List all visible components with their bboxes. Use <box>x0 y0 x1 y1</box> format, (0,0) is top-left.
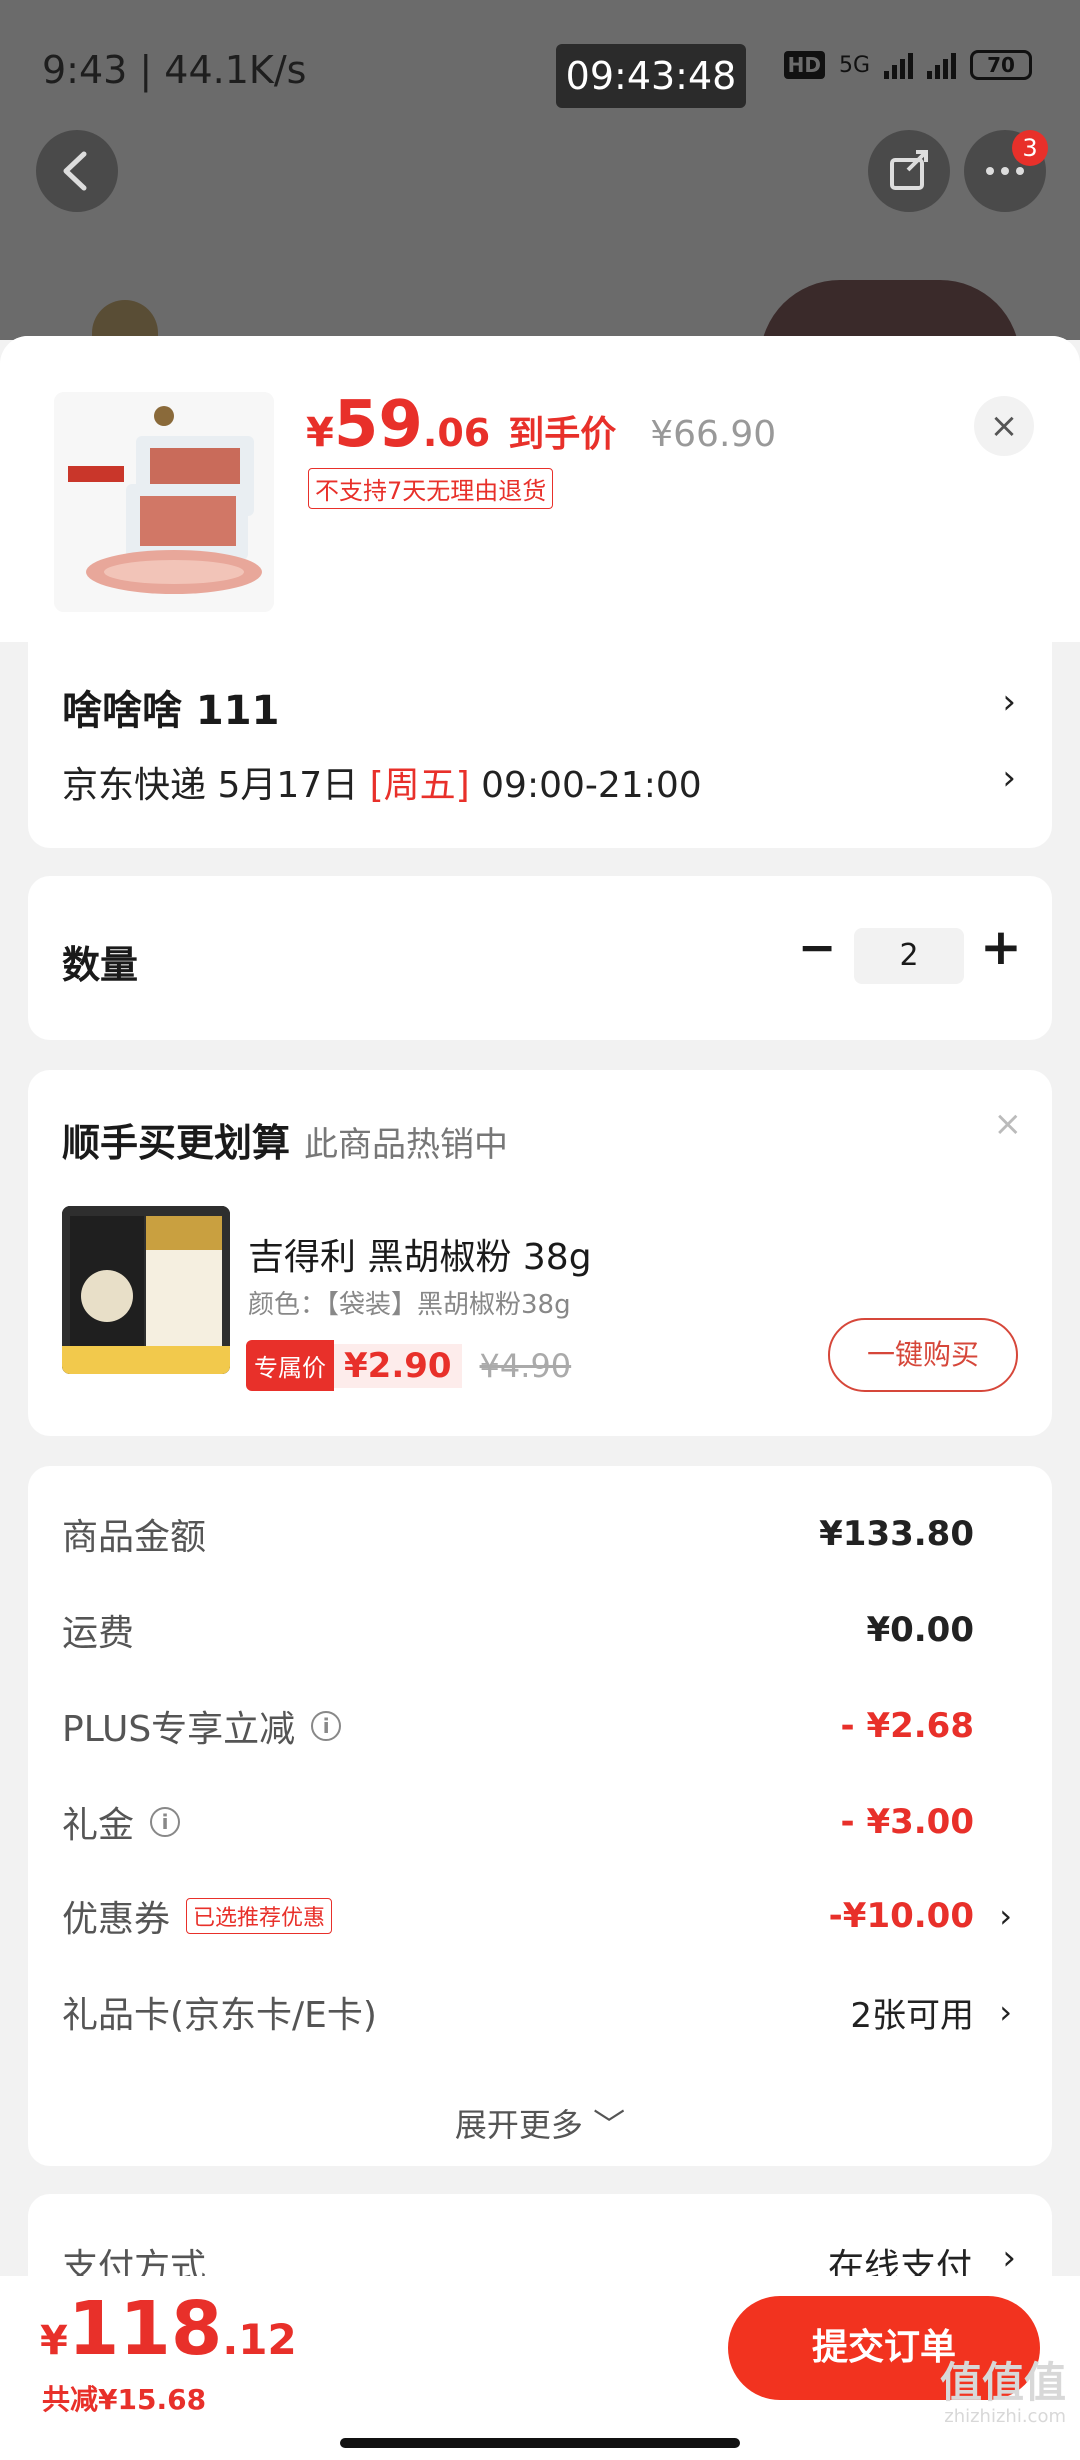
total-currency: ¥ <box>40 2318 68 2364</box>
summary-label: PLUS专享立减 <box>62 1709 296 1750</box>
chevron-right-icon: › <box>1002 758 1016 798</box>
summary-value: ¥0.00 <box>866 1610 974 1650</box>
pepper-product-image[interactable] <box>62 1206 230 1374</box>
summary-value: ¥133.80 <box>819 1514 974 1554</box>
total-decimal: .12 <box>222 2315 297 2364</box>
battery-icon: 70 <box>970 50 1032 80</box>
signal-icon <box>884 51 913 79</box>
notification-badge: 3 <box>1012 130 1048 166</box>
share-button[interactable] <box>868 130 950 212</box>
status-bar: 9:43 | 44.1K/s 09:43:48 HD 5G 70 <box>0 0 1080 130</box>
total-saved: 共减¥15.68 <box>42 2383 207 2416</box>
status-time: 9:43 | 44.1K/s <box>42 48 307 92</box>
signal-icon-2 <box>927 51 956 79</box>
delivery-time: 09:00-21:00 <box>469 765 702 806</box>
summary-row-gift-money: 礼金 i - ¥3.00 <box>62 1792 1018 1852</box>
product-price: ¥ 59 .06 到手价 ¥66.90 <box>306 388 776 462</box>
summary-label: 礼品卡(京东卡/E卡) <box>62 1995 377 2036</box>
share-icon <box>890 150 928 190</box>
delivery-weekday: [周五] <box>369 765 470 806</box>
chevron-right-icon: › <box>999 1993 1012 2031</box>
summary-label: 礼金 <box>62 1805 135 1846</box>
no-return-badge: 不支持7天无理由退货 <box>308 468 554 509</box>
delivery-date: 京东快递 5月17日 <box>62 765 370 806</box>
quantity-input[interactable]: 2 <box>854 928 964 984</box>
addon-price-value: ¥2.90 <box>334 1343 462 1388</box>
quantity-minus-button[interactable]: − <box>792 920 842 974</box>
watermark-url: zhizhizhi.com <box>944 2406 1066 2427</box>
info-icon[interactable]: i <box>311 1711 342 1741</box>
summary-value: - ¥3.00 <box>840 1802 975 1842</box>
exclusive-price-tag: 专属价 <box>246 1340 334 1391</box>
summary-row-coupon[interactable]: 优惠券 已选推荐优惠 -¥10.00 › <box>62 1886 1018 1946</box>
total-price: ¥ 118 .12 <box>40 2286 297 2372</box>
checkout-bottom-bar: ¥ 118 .12 共减¥15.68 提交订单 值值值 zhizhizhi.co… <box>0 2276 1080 2460</box>
original-price: ¥66.90 <box>650 414 777 455</box>
expand-more-button[interactable]: 展开更多 ﹀ <box>28 2100 1052 2146</box>
back-button[interactable] <box>36 130 118 212</box>
info-icon[interactable]: i <box>150 1807 181 1837</box>
recipient-name: 啥啥啥 111 <box>62 688 280 734</box>
addon-title: 顺手买更划算 此商品热销中 <box>62 1112 508 1167</box>
back-arrow-icon <box>63 151 87 191</box>
pepper-package-image <box>62 1206 230 1374</box>
background-product-image <box>760 280 1020 340</box>
one-click-buy-button[interactable]: 一键购买 <box>828 1318 1018 1392</box>
summary-label: 运费 <box>62 1613 135 1654</box>
delivery-info[interactable]: 京东快递 5月17日 [周五] 09:00-21:00 <box>62 756 702 808</box>
address-card[interactable]: 啥啥啥 111 › 京东快递 5月17日 [周五] 09:00-21:00 › <box>28 642 1052 848</box>
chevron-right-icon: › <box>999 1897 1012 1935</box>
close-sheet-button[interactable]: × <box>974 396 1034 456</box>
summary-value: - ¥2.68 <box>840 1706 975 1746</box>
total-integer: 118 <box>67 2286 223 2372</box>
summary-label: 商品金额 <box>62 1517 207 1558</box>
watermark-logo: 值值值 <box>939 2358 1066 2407</box>
quantity-plus-button[interactable]: + <box>976 918 1026 976</box>
addon-heading: 顺手买更划算 <box>62 1121 291 1165</box>
chevron-right-icon: › <box>1002 682 1016 722</box>
summary-label: 优惠券 <box>62 1899 171 1940</box>
addon-product-spec: 颜色：【袋装】黑胡椒粉38g <box>248 1290 571 1320</box>
chevron-right-icon: › <box>1002 2238 1016 2278</box>
quantity-card: 数量 − 2 + <box>28 876 1052 1040</box>
beef-roll-image <box>54 392 274 612</box>
addon-close-button[interactable]: × <box>994 1104 1023 1144</box>
summary-value: -¥10.00 <box>828 1896 974 1936</box>
summary-row-goods: 商品金额 ¥133.80 <box>62 1504 1018 1564</box>
summary-row-plus-discount: PLUS专享立减 i - ¥2.68 <box>62 1696 1018 1756</box>
site-watermark: 值值值 zhizhizhi.com <box>940 2362 1066 2426</box>
recommended-coupon-tag: 已选推荐优惠 <box>186 1898 333 1934</box>
home-indicator[interactable] <box>340 2438 740 2448</box>
price-currency: ¥ <box>306 410 334 456</box>
final-price-tag: 到手价 <box>508 414 617 455</box>
background-logo <box>92 300 158 340</box>
quantity-label: 数量 <box>62 943 139 987</box>
checkout-sheet: ¥ 59 .06 到手价 ¥66.90 不支持7天无理由退货 × 啥啥啥 111… <box>0 336 1080 2460</box>
addon-original-price: ¥4.90 <box>479 1346 572 1385</box>
status-icons: HD 5G 70 <box>783 50 1032 80</box>
addon-product-name[interactable]: 吉得利 黑胡椒粉 38g <box>248 1228 592 1280</box>
hd-icon: HD <box>783 51 825 79</box>
addon-subtitle: 此商品热销中 <box>304 1125 509 1165</box>
clock-overlay: 09:43:48 <box>556 44 746 108</box>
product-thumbnail <box>54 392 274 612</box>
price-integer: 59 <box>333 388 423 462</box>
addon-card: 顺手买更划算 此商品热销中 × 吉得利 黑胡椒粉 38g 颜色：【袋装】黑胡椒粉3… <box>28 1070 1052 1436</box>
price-summary-card: 商品金额 ¥133.80 运费 ¥0.00 PLUS专享立减 i - ¥2.68 … <box>28 1466 1052 2166</box>
network-label: 5G <box>838 52 870 78</box>
summary-row-shipping: 运费 ¥0.00 <box>62 1600 1018 1660</box>
summary-row-gift-card[interactable]: 礼品卡(京东卡/E卡) 2张可用 › <box>62 1982 1018 2042</box>
addon-price: 专属价 ¥2.90 ¥4.90 <box>246 1340 571 1391</box>
background-page: 9:43 | 44.1K/s 09:43:48 HD 5G 70 3 <box>0 0 1080 340</box>
product-header: ¥ 59 .06 到手价 ¥66.90 不支持7天无理由退货 × <box>0 336 1080 642</box>
summary-value: 2张可用 <box>850 1995 974 2036</box>
price-decimal: .06 <box>422 411 491 455</box>
